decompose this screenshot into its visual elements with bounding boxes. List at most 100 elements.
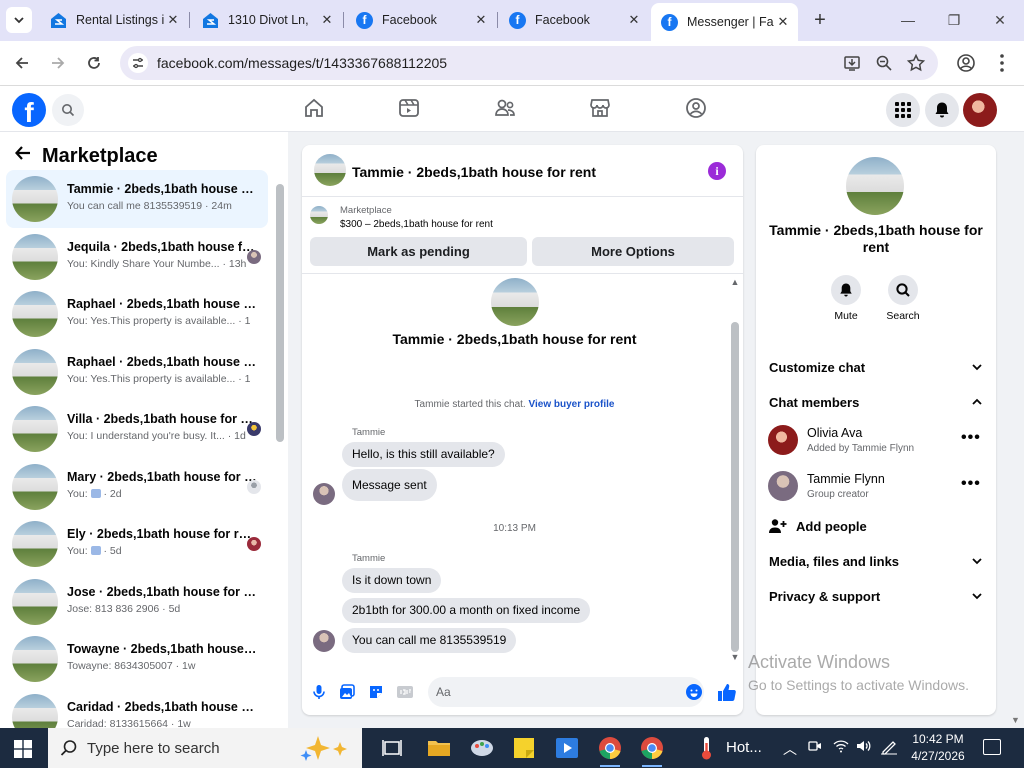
address-bar[interactable]: facebook.com/messages/t/1433367688112205	[120, 46, 938, 80]
conversation-title: Caridad · 2beds,1bath house for rent	[67, 699, 257, 714]
video-icon[interactable]	[397, 96, 421, 120]
member-row[interactable]: Olivia Ava Added by Tammie Flynn •••	[768, 425, 984, 459]
windows-start-icon[interactable]	[14, 740, 32, 758]
scroll-down-arrow-icon[interactable]: ▼	[730, 652, 740, 662]
facebook-search-button[interactable]	[52, 94, 84, 126]
message-bubble[interactable]: Is it down town	[342, 568, 442, 593]
network-icon[interactable]	[833, 739, 849, 756]
thermometer-icon[interactable]	[694, 734, 718, 762]
install-app-icon[interactable]	[842, 53, 862, 73]
conversation-item[interactable]: Ely · 2beds,1bath house for rent You: · …	[6, 515, 268, 573]
weather-text[interactable]: Hot...	[726, 739, 762, 756]
search-in-chat-button[interactable]: Search	[877, 275, 929, 322]
conversation-item[interactable]: Raphael · 2beds,1bath house for rent You…	[6, 343, 268, 401]
chat-avatar[interactable]	[314, 154, 346, 186]
sender-avatar[interactable]	[313, 630, 335, 652]
facebook-logo-icon[interactable]: f	[12, 93, 46, 127]
forward-button[interactable]	[44, 49, 72, 77]
sticky-notes-icon[interactable]	[510, 734, 538, 762]
gaming-icon[interactable]	[684, 96, 708, 120]
home-icon[interactable]	[302, 96, 326, 120]
zoom-icon[interactable]	[874, 53, 894, 73]
notifications-button[interactable]	[925, 93, 959, 127]
pen-icon[interactable]	[880, 739, 898, 758]
conversation-item[interactable]: Jequila · 2beds,1bath house for rent You…	[6, 228, 268, 286]
paint-app-icon[interactable]	[468, 734, 496, 762]
sender-avatar[interactable]	[313, 483, 335, 505]
conversation-item[interactable]: Towayne · 2beds,1bath house for rent Tow…	[6, 630, 268, 688]
tab-search-button[interactable]	[6, 7, 32, 33]
reload-button[interactable]	[80, 49, 108, 77]
chevron-up-icon[interactable]: ︿	[783, 739, 797, 759]
new-tab-button[interactable]: +	[808, 8, 832, 32]
browser-tab-facebook-2[interactable]: f Facebook ✕	[499, 5, 649, 35]
page-scroll-down-arrow-icon[interactable]: ▼	[1011, 715, 1020, 725]
message-bubble[interactable]: Hello, is this still available?	[342, 442, 505, 467]
chat-title[interactable]: Tammie · 2beds,1bath house for rent	[352, 164, 596, 180]
minimize-button[interactable]: —	[896, 8, 920, 32]
close-window-button[interactable]: ✕	[988, 8, 1012, 32]
gif-icon[interactable]	[396, 683, 414, 701]
add-people-button[interactable]: Add people	[769, 518, 867, 534]
thumbs-up-icon[interactable]	[716, 681, 738, 703]
browser-tab-facebook-1[interactable]: f Facebook ✕	[346, 5, 496, 35]
sticker-icon[interactable]	[367, 683, 385, 701]
info-icon[interactable]: i	[708, 162, 726, 180]
conversation-item[interactable]: Raphael · 2beds,1bath house for rent You…	[6, 285, 268, 343]
meet-now-icon[interactable]	[808, 739, 822, 756]
chat-members-row[interactable]: Chat members	[769, 392, 983, 412]
mark-as-pending-button[interactable]: Mark as pending	[310, 237, 527, 266]
taskbar-clock[interactable]: 10:42 PM 4/27/2026	[908, 731, 968, 765]
chrome-profile-icon[interactable]	[638, 734, 666, 767]
message-bubble[interactable]: You can call me 8135539519	[342, 628, 517, 653]
scroll-up-arrow-icon[interactable]: ▲	[730, 277, 740, 287]
close-tab-icon[interactable]: ✕	[472, 12, 490, 28]
close-tab-icon[interactable]: ✕	[774, 14, 792, 30]
back-arrow-icon[interactable]	[14, 144, 32, 168]
conversation-item[interactable]: Mary · 2beds,1bath house for rent You: ·…	[6, 458, 268, 516]
bookmark-star-icon[interactable]	[906, 53, 926, 73]
groups-icon[interactable]	[493, 96, 517, 120]
sidebar-scrollbar[interactable]	[276, 184, 284, 442]
mute-button[interactable]: Mute	[820, 275, 872, 322]
browser-tab-messenger[interactable]: f Messenger | Fa ✕	[651, 3, 798, 41]
notification-center-icon[interactable]	[983, 739, 1001, 755]
media-files-row[interactable]: Media, files and links	[769, 551, 983, 571]
browser-tab-rental-listings[interactable]: Rental Listings i ✕	[40, 5, 188, 35]
microphone-icon[interactable]	[310, 683, 328, 701]
close-tab-icon[interactable]: ✕	[318, 12, 336, 28]
view-buyer-profile-link[interactable]: View buyer profile	[528, 399, 614, 410]
marketplace-icon[interactable]	[588, 96, 612, 120]
account-avatar[interactable]	[963, 93, 997, 127]
back-button[interactable]	[8, 49, 36, 77]
message-bubble[interactable]: Message sent	[342, 469, 437, 501]
more-options-icon[interactable]: •••	[961, 429, 981, 447]
conversation-item[interactable]: Tammie · 2beds,1bath house for rent You …	[6, 170, 268, 228]
customize-chat-row[interactable]: Customize chat	[769, 357, 983, 377]
menu-grid-button[interactable]	[886, 93, 920, 127]
message-input[interactable]: Aa	[428, 677, 704, 707]
close-tab-icon[interactable]: ✕	[164, 12, 182, 28]
more-options-button[interactable]: More Options	[532, 237, 734, 266]
chrome-icon[interactable]	[596, 734, 624, 767]
emoji-icon[interactable]	[686, 684, 702, 700]
conversation-item[interactable]: Villa · 2beds,1bath house for rent You: …	[6, 400, 268, 458]
site-info-icon[interactable]	[128, 53, 148, 73]
member-row[interactable]: Tammie Flynn Group creator •••	[768, 471, 984, 505]
close-tab-icon[interactable]: ✕	[625, 12, 643, 28]
photo-icon[interactable]	[338, 683, 356, 701]
privacy-support-row[interactable]: Privacy & support	[769, 586, 983, 606]
taskbar-search-box[interactable]: Type here to search	[48, 728, 362, 768]
browser-tab-divot[interactable]: 1310 Divot Ln, ✕	[192, 5, 342, 35]
volume-icon[interactable]	[856, 739, 872, 756]
message-bubble[interactable]: 2b1bth for 300.00 a month on fixed incom…	[342, 598, 591, 623]
conversation-item[interactable]: Jose · 2beds,1bath house for rent Jose: …	[6, 573, 268, 631]
media-player-icon[interactable]	[553, 734, 581, 762]
file-explorer-icon[interactable]	[425, 734, 453, 762]
task-view-icon[interactable]	[378, 734, 406, 762]
restore-button[interactable]: ❐	[942, 8, 966, 32]
browser-menu-icon[interactable]	[990, 51, 1014, 75]
chat-scrollbar[interactable]	[731, 322, 739, 652]
more-options-icon[interactable]: •••	[961, 475, 981, 493]
profile-icon[interactable]	[954, 51, 978, 75]
